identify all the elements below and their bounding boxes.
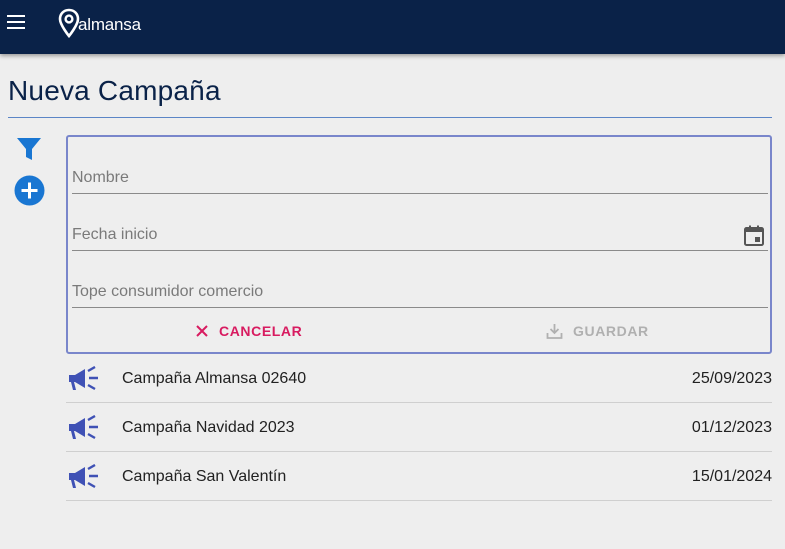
cancel-label: CANCELAR <box>219 323 303 339</box>
megaphone-icon <box>69 415 98 440</box>
campaign-name: Campaña Navidad 2023 <box>122 419 295 436</box>
close-icon <box>196 325 208 337</box>
campaign-date: 01/12/2023 <box>691 419 772 436</box>
fecha-inicio-field[interactable]: Fecha inicio <box>72 215 768 251</box>
nombre-label: Nombre <box>72 169 129 186</box>
title-divider <box>8 117 772 118</box>
filter-icon[interactable] <box>15 136 43 162</box>
campaign-date: 15/01/2024 <box>691 468 772 485</box>
campaign-name: Campaña San Valentín <box>122 468 287 485</box>
fecha-inicio-label: Fecha inicio <box>72 226 158 243</box>
megaphone-icon <box>69 464 98 489</box>
campaign-row[interactable]: Campaña Navidad 2023 01/12/2023 <box>66 403 772 452</box>
tope-consumidor-label: Tope consumidor comercio <box>72 283 264 300</box>
campaign-list: Campaña Almansa 02640 25/09/2023 Campaña… <box>66 354 772 501</box>
megaphone-icon <box>69 366 98 391</box>
logo[interactable]: almansa <box>58 7 141 39</box>
download-icon <box>546 323 563 339</box>
campaign-form: Nombre Fecha inicio Tope consumidor come… <box>66 135 772 354</box>
campaign-row[interactable]: Campaña San Valentín 15/01/2024 <box>66 452 772 501</box>
location-pin-icon <box>58 8 80 38</box>
logo-text: almansa <box>78 14 141 34</box>
top-app-bar: almansa <box>0 0 785 54</box>
nombre-field[interactable]: Nombre <box>72 158 768 194</box>
save-button[interactable]: GUARDAR <box>546 313 649 349</box>
add-circle-icon[interactable] <box>14 175 45 206</box>
save-label: GUARDAR <box>573 323 649 339</box>
campaign-row[interactable]: Campaña Almansa 02640 25/09/2023 <box>66 354 772 403</box>
page-title: Nueva Campaña <box>8 75 221 106</box>
calendar-icon[interactable] <box>744 225 764 246</box>
menu-icon[interactable] <box>7 15 25 29</box>
campaign-name: Campaña Almansa 02640 <box>122 370 307 387</box>
cancel-button[interactable]: CANCELAR <box>195 313 302 349</box>
campaign-date: 25/09/2023 <box>691 370 772 387</box>
tope-consumidor-field[interactable]: Tope consumidor comercio <box>72 272 768 308</box>
